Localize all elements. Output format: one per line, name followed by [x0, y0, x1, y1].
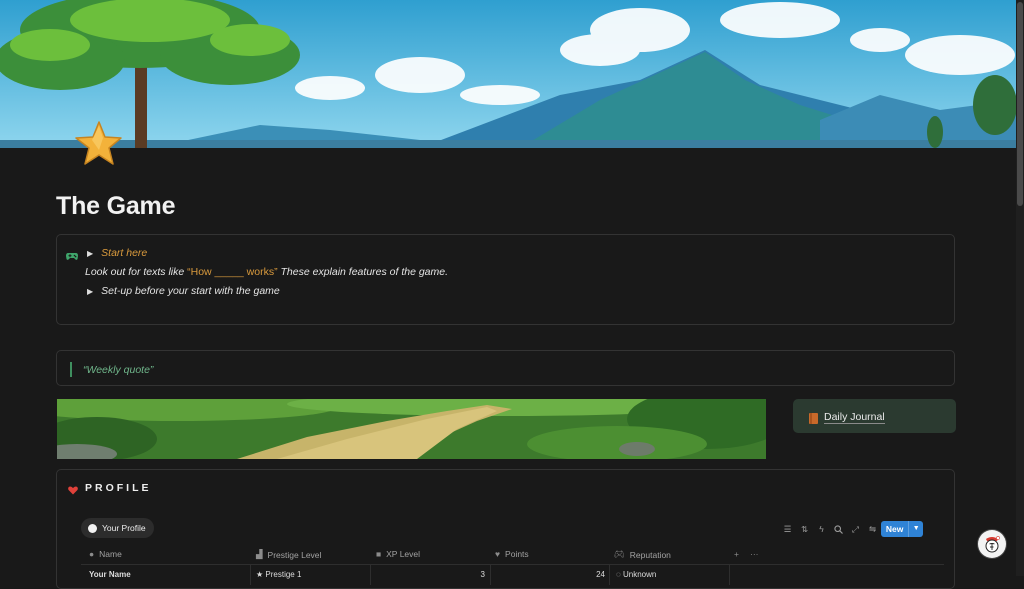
search-icon[interactable] [830, 523, 847, 535]
database-toolbar: ☰ ⇅ ϟ ⤢ ⇋ [779, 523, 881, 535]
expand-icon[interactable]: ⤢ [847, 523, 864, 535]
column-reputation[interactable]: 🎮︎ Reputation [614, 549, 671, 560]
path-banner-image [57, 399, 766, 459]
column-points[interactable]: ♥ Points [495, 549, 529, 559]
toggle-setup[interactable]: ▶ Set-up before your start with the game [87, 285, 280, 297]
circle-icon: ● [89, 549, 95, 559]
more-options-icon[interactable]: ··· [750, 549, 759, 559]
chevron-down-icon[interactable]: ▼ [908, 521, 923, 537]
column-prestige-level[interactable]: ▟ Prestige Level [256, 549, 321, 560]
circle-icon [88, 523, 97, 533]
column-name[interactable]: ● Name [89, 549, 122, 559]
quote-bar [70, 362, 72, 377]
toggle-arrow-icon[interactable]: ▶ [87, 249, 93, 258]
toggle-setup-label: Set-up before your start with the game [101, 285, 280, 297]
toggle-arrow-icon[interactable]: ▶ [87, 287, 93, 296]
scrollbar[interactable] [1016, 0, 1024, 576]
hint-prefix: Look out for texts like [85, 266, 188, 278]
table-row-points[interactable]: 24 [490, 570, 605, 579]
reputation-value: Unknown [622, 570, 657, 579]
reputation-icon: ◌ [616, 570, 623, 579]
hint-highlight: “How _____ works” [187, 266, 278, 278]
tab-your-profile[interactable]: Your Profile [81, 518, 154, 538]
help-button[interactable] [978, 530, 1006, 558]
square-icon: ■ [376, 549, 382, 559]
daily-journal-link[interactable]: Daily Journal [793, 399, 956, 433]
heart-icon [68, 482, 78, 500]
toggle-start-here[interactable]: ▶ Start here [87, 247, 147, 259]
gamepad-icon: 🎮︎ [614, 549, 625, 559]
table-divider [81, 564, 944, 565]
column-label: Name [99, 549, 122, 559]
page-title: The Game [56, 192, 176, 220]
quote-block: “Weekly quote” [56, 350, 955, 386]
column-divider [250, 565, 251, 585]
tab-label: Your Profile [102, 523, 146, 533]
column-divider [609, 565, 610, 585]
new-button-label: New [885, 524, 904, 534]
help-avatar-icon [985, 536, 1000, 553]
column-label: XP Level [386, 549, 421, 559]
scrollbar-thumb[interactable] [1017, 2, 1023, 206]
table-row-reputation[interactable]: ◌ Unknown [616, 570, 656, 579]
column-divider [729, 565, 730, 585]
cover-image[interactable] [0, 0, 1016, 148]
profile-heading: PROFILE [85, 482, 152, 494]
star-icon: ★ [256, 570, 266, 579]
column-label: Prestige Level [267, 549, 322, 560]
column-label: Reputation [629, 549, 671, 560]
lightning-icon[interactable]: ϟ [813, 523, 830, 535]
filter-icon[interactable]: ☰ [779, 523, 796, 535]
weekly-quote[interactable]: “Weekly quote” [83, 364, 153, 376]
hint-suffix: These explain features of the game. [277, 266, 449, 278]
profile-section: PROFILE Your Profile ☰ ⇅ ϟ ⤢ ⇋ New ▼ ● Na… [56, 469, 955, 589]
new-button[interactable]: New ▼ [881, 521, 923, 537]
book-icon [809, 411, 818, 429]
column-label: Points [505, 549, 529, 559]
hint-text: Look out for texts like “How _____ works… [85, 266, 448, 278]
toggle-start-label: Start here [101, 247, 148, 259]
column-xp-level[interactable]: ■ XP Level [376, 549, 420, 559]
table-row-xp[interactable]: 3 [370, 570, 485, 579]
settings-icon[interactable]: ⇋ [864, 523, 881, 535]
callout-block: ▶ Start here Look out for texts like “How… [56, 234, 955, 325]
sort-icon[interactable]: ⇅ [796, 523, 813, 535]
bar-chart-icon: ▟ [256, 549, 263, 559]
gamepad-icon [66, 248, 78, 266]
prestige-value: Prestige 1 [265, 570, 302, 579]
heart-icon: ♥ [495, 549, 501, 559]
add-column-button[interactable]: + [734, 549, 739, 559]
table-row-name[interactable]: Your Name [89, 570, 131, 579]
table-row-prestige[interactable]: ★ Prestige 1 [256, 570, 301, 579]
star-icon[interactable] [72, 120, 124, 168]
daily-journal-label[interactable]: Daily Journal [824, 411, 885, 424]
